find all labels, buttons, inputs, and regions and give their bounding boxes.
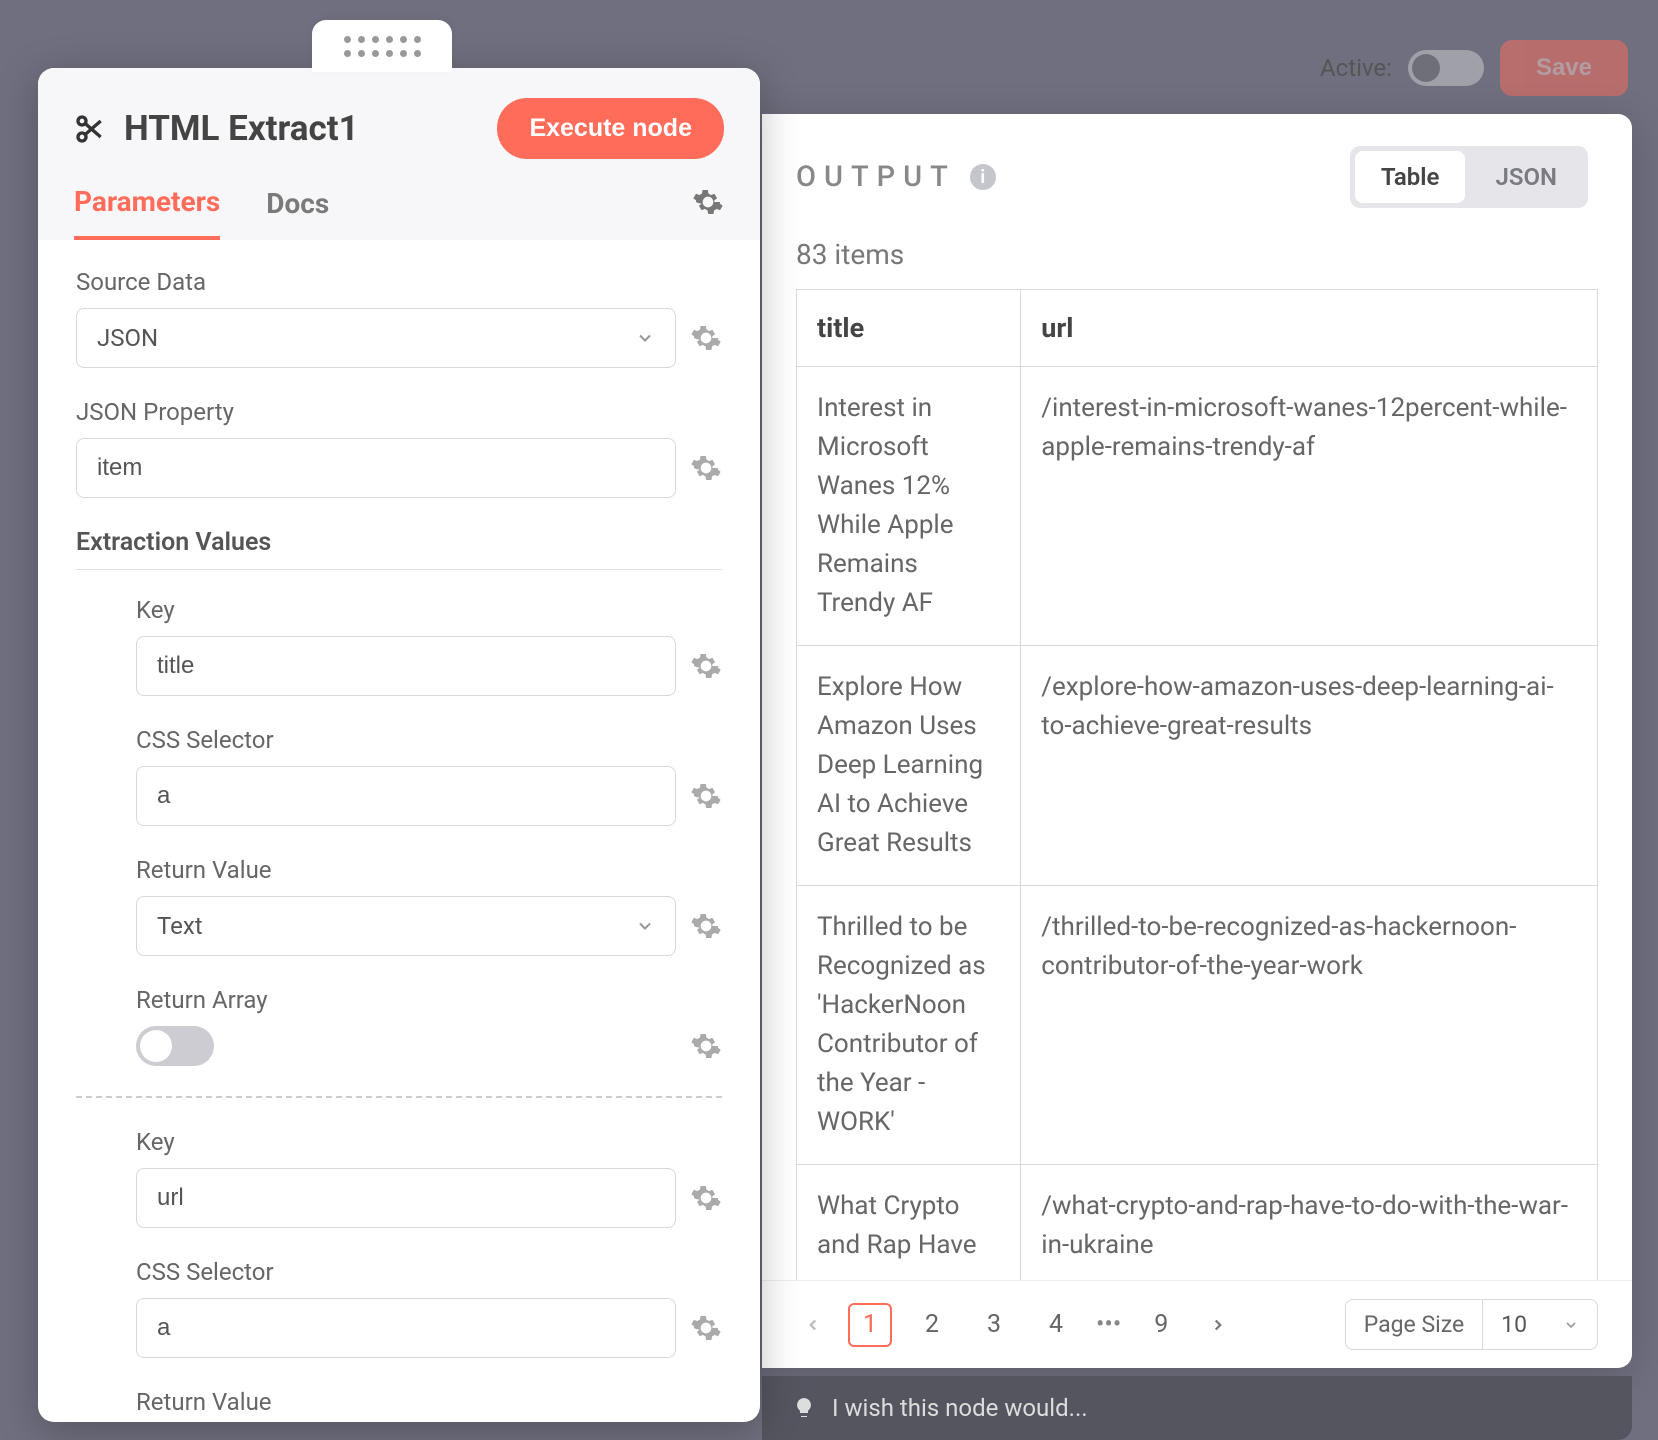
source-data-label: Source Data: [76, 268, 722, 296]
page-prev-button[interactable]: [796, 1308, 830, 1342]
settings-gear-button[interactable]: [692, 186, 724, 240]
field-options-button[interactable]: [690, 1182, 722, 1214]
node-title: HTML Extract1: [124, 108, 359, 149]
table-row[interactable]: Thrilled to be Recognized as 'HackerNoon…: [797, 886, 1598, 1165]
column-header-title[interactable]: title: [797, 290, 1021, 367]
key-input[interactable]: [136, 636, 676, 696]
return-value-label: Return Value: [136, 1388, 722, 1416]
tab-docs[interactable]: Docs: [266, 187, 329, 238]
field-options-button[interactable]: [690, 1030, 722, 1062]
gear-icon: [692, 186, 724, 218]
json-property-label: JSON Property: [76, 398, 722, 426]
return-array-toggle[interactable]: [136, 1026, 214, 1066]
view-table-button[interactable]: Table: [1355, 151, 1466, 203]
drag-handle[interactable]: [312, 20, 452, 72]
field-options-button[interactable]: [690, 650, 722, 682]
column-header-url[interactable]: url: [1021, 290, 1598, 367]
extraction-values-heading: Extraction Values: [76, 528, 722, 570]
drag-dots-icon: [344, 36, 421, 57]
page-number[interactable]: 3: [972, 1303, 1016, 1347]
field-options-button[interactable]: [690, 322, 722, 354]
extraction-divider: [76, 1096, 722, 1098]
feedback-bar[interactable]: I wish this node would...: [762, 1376, 1632, 1440]
page-size-select[interactable]: 10: [1482, 1299, 1598, 1350]
execute-node-button[interactable]: Execute node: [497, 98, 724, 159]
cell-title: Interest in Microsoft Wanes 12% While Ap…: [797, 367, 1021, 646]
table-row[interactable]: Explore How Amazon Uses Deep Learning AI…: [797, 646, 1598, 886]
field-options-button[interactable]: [690, 780, 722, 812]
items-count: 83 items: [762, 208, 1632, 289]
cell-url: /interest-in-microsoft-wanes-12percent-w…: [1021, 367, 1598, 646]
chevron-left-icon: [804, 1316, 822, 1334]
table-row[interactable]: What Crypto and Rap Have/what-crypto-and…: [797, 1165, 1598, 1281]
page-number[interactable]: 2: [910, 1303, 954, 1347]
cell-title: Explore How Amazon Uses Deep Learning AI…: [797, 646, 1021, 886]
cell-url: /thrilled-to-be-recognized-as-hackernoon…: [1021, 886, 1598, 1165]
page-number[interactable]: 9: [1139, 1303, 1183, 1347]
output-table: title url Interest in Microsoft Wanes 12…: [796, 289, 1598, 1280]
feedback-text: I wish this node would...: [832, 1394, 1088, 1422]
return-value-text: Text: [157, 912, 203, 940]
chevron-down-icon: [635, 328, 655, 348]
field-options-button[interactable]: [690, 452, 722, 484]
view-toggle: Table JSON: [1350, 146, 1588, 208]
cell-url: /what-crypto-and-rap-have-to-do-with-the…: [1021, 1165, 1598, 1281]
key-label: Key: [136, 596, 722, 624]
page-size-label: Page Size: [1345, 1299, 1482, 1350]
source-data-select[interactable]: JSON: [76, 308, 676, 368]
key-label: Key: [136, 1128, 722, 1156]
source-data-value: JSON: [97, 324, 158, 352]
chevron-right-icon: [1209, 1316, 1227, 1334]
node-config-panel: HTML Extract1 Execute node Parameters Do…: [38, 68, 760, 1422]
page-next-button[interactable]: [1201, 1308, 1235, 1342]
json-property-input[interactable]: [76, 438, 676, 498]
lightbulb-icon: [792, 1396, 816, 1420]
scissors-icon: [74, 113, 106, 145]
return-value-label: Return Value: [136, 856, 722, 884]
view-json-button[interactable]: JSON: [1469, 151, 1583, 203]
chevron-down-icon: [1563, 1317, 1579, 1333]
key-input[interactable]: [136, 1168, 676, 1228]
table-row[interactable]: Interest in Microsoft Wanes 12% While Ap…: [797, 367, 1598, 646]
chevron-down-icon: [635, 916, 655, 936]
active-label: Active:: [1320, 54, 1392, 82]
output-panel: OUTPUT i Table JSON 83 items title url I…: [762, 114, 1632, 1368]
cell-url: /explore-how-amazon-uses-deep-learning-a…: [1021, 646, 1598, 886]
return-value-select[interactable]: Text: [136, 896, 676, 956]
field-options-button[interactable]: [690, 1312, 722, 1344]
page-number[interactable]: 1: [848, 1303, 892, 1347]
info-icon[interactable]: i: [970, 164, 996, 190]
css-selector-input[interactable]: [136, 1298, 676, 1358]
active-toggle[interactable]: [1408, 50, 1484, 86]
css-selector-label: CSS Selector: [136, 1258, 722, 1286]
cell-title: Thrilled to be Recognized as 'HackerNoon…: [797, 886, 1021, 1165]
page-size-value: 10: [1501, 1311, 1527, 1338]
css-selector-label: CSS Selector: [136, 726, 722, 754]
save-button[interactable]: Save: [1500, 40, 1628, 96]
page-number[interactable]: 4: [1034, 1303, 1078, 1347]
tab-parameters[interactable]: Parameters: [74, 185, 220, 240]
page-ellipsis: •••: [1096, 1310, 1121, 1339]
cell-title: What Crypto and Rap Have: [797, 1165, 1021, 1281]
css-selector-input[interactable]: [136, 766, 676, 826]
output-title: OUTPUT: [796, 160, 956, 194]
field-options-button[interactable]: [690, 910, 722, 942]
return-array-label: Return Array: [136, 986, 722, 1014]
